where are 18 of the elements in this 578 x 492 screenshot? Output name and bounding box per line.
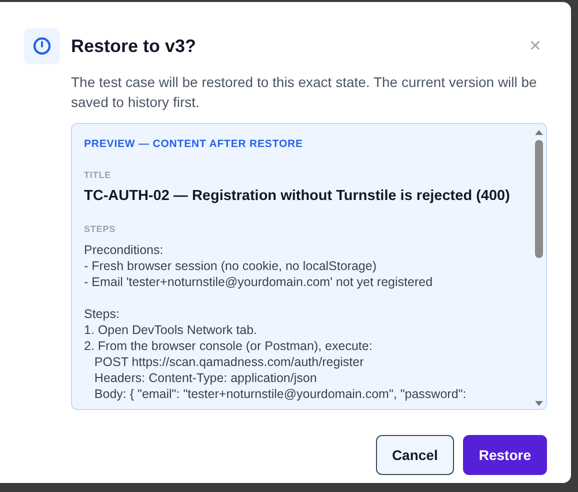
steps-line: Preconditions: bbox=[84, 242, 164, 258]
steps-line: Body: { "email": "tester+noturnstile@yourdomain.com", "password": bbox=[93, 386, 468, 402]
steps-line: - Fresh browser session (no cookie, no localStorage) bbox=[84, 258, 378, 274]
dialog-description: The test case will be restored to this exact state. The current version will be saved to history first. bbox=[71, 73, 538, 112]
test-case-title: TC-AUTH-02 — Registration without Turnstile is rejected (400) bbox=[84, 188, 511, 204]
steps-line: - Email 'tester+noturnstile@yourdomain.com' not yet registered bbox=[84, 274, 434, 290]
restore-icon bbox=[24, 28, 60, 64]
cancel-button[interactable]: Cancel bbox=[376, 435, 454, 475]
steps-line: Headers: Content-Type: application/json bbox=[93, 370, 318, 386]
dialog-title: Restore to v3? bbox=[71, 36, 198, 56]
steps-line: 2. From the browser console (or Postman), execute: bbox=[84, 338, 374, 354]
steps-line: 1. Open DevTools Network tab. bbox=[84, 322, 258, 338]
steps-line: POST https://scan.qamadness.com/auth/register bbox=[93, 354, 365, 370]
field-label: TITLE bbox=[84, 170, 112, 180]
restore-button[interactable]: Restore bbox=[462, 435, 547, 475]
field-label: STEPS bbox=[84, 224, 117, 234]
steps-line: Steps: bbox=[84, 306, 120, 322]
preview-heading: PREVIEW — CONTENT AFTER RESTORE bbox=[84, 138, 304, 150]
